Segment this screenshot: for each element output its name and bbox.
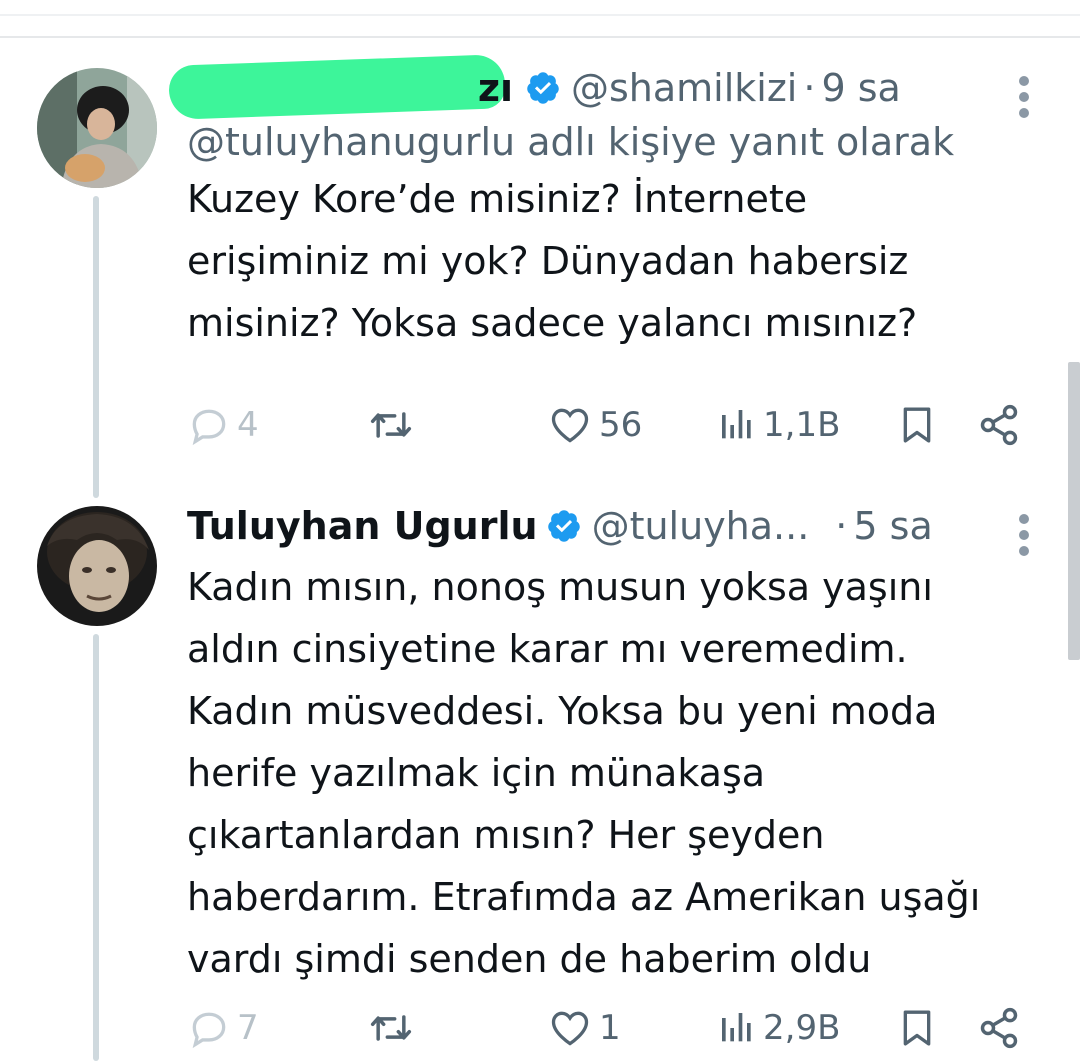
tweet-text-line: herife yazılmak için münakaşa [187,751,766,795]
share-button[interactable] [977,400,1021,450]
reply-count: 4 [237,405,259,445]
more-options-icon[interactable] [1016,508,1032,562]
reply-button[interactable]: 4 [187,400,259,450]
bookmark-icon [903,1010,931,1046]
tweet-text-line: Kuzey Kore’de misiniz? İnternete [187,177,808,221]
bookmark-icon [903,407,931,443]
tweet-text-line: Kadın mısın, nonoş musun yoksa yaşını [187,565,933,609]
retweet-icon [370,412,412,438]
reply-button[interactable]: 7 [187,1003,259,1053]
like-count: 56 [599,405,643,445]
tweet-header: Tuluyhan Ugurlu @tuluyha... · 5 sa [187,504,1040,548]
separator-dot: · [803,66,816,110]
top-divider [0,14,1080,16]
separator-dot: · [835,504,848,548]
avatar[interactable] [37,506,157,626]
view-count: 1,1B [763,405,841,445]
tweet-text-line: vardı şimdi senden de haberim oldu [187,937,872,981]
thread-connector [93,634,99,1061]
scrollbar-thumb[interactable] [1068,362,1080,660]
author-handle[interactable]: @tuluyha... [592,504,810,548]
author-name: zı [477,66,513,110]
view-count: 2,9B [763,1008,841,1048]
timestamp[interactable]: 5 sa [853,504,932,548]
views-button[interactable]: 2,9B [717,1003,840,1053]
tweet-header: zı @shamilkizi · 9 sa [168,54,1040,120]
views-icon [722,1013,751,1042]
tweet-text-line: haberdarım. Etrafımda az Amerikan uşağı [187,875,981,919]
retweet-button[interactable] [367,400,415,450]
timestamp[interactable]: 9 sa [821,66,900,110]
author-name[interactable]: Tuluyhan Ugurlu [187,504,538,548]
share-icon [980,1007,1018,1049]
tweet-text-line: erişiminiz mi yok? Dünyadan habersiz [187,239,909,283]
tweet-text-line: aldın cinsiyetine karar mı veremedim. [187,627,908,671]
tweet-text-line: misiniz? Yoksa sadece yalancı mısınız? [187,301,918,345]
bookmark-button[interactable] [897,1003,937,1053]
tweet-text-line: çıkartanlardan mısın? Her şeyden [187,813,825,857]
bookmark-button[interactable] [897,400,937,450]
more-options-icon[interactable] [1016,70,1032,124]
reply-count: 7 [237,1008,259,1048]
retweet-button[interactable] [367,1003,415,1053]
reply-icon [192,409,226,446]
author-handle[interactable]: @shamilkizi [571,66,797,110]
reply-icon [192,1012,226,1049]
like-button[interactable]: 1 [547,1003,621,1053]
like-count: 1 [599,1008,621,1048]
views-button[interactable]: 1,1B [717,400,840,450]
tweet-text-line: Kadın müsveddesi. Yoksa bu yeni moda [187,689,938,733]
action-bar: 4 56 1,1B [187,400,1027,450]
verified-badge-icon [547,510,580,542]
verified-badge-icon [527,72,559,104]
timeline-border [0,36,1080,38]
action-bar: 7 1 2,9B [187,1003,1027,1053]
tweet-text: Kuzey Kore’de misiniz? İnternete erişimi… [187,168,1040,354]
heart-icon [551,408,589,443]
views-icon [722,410,751,439]
author-name-redacted[interactable]: zı [168,54,517,120]
redaction-mark [168,54,506,120]
retweet-icon [370,1015,412,1041]
tweet-text: Kadın mısın, nonoş musun yoksa yaşını al… [187,556,1040,990]
share-icon [980,404,1018,446]
reply-context[interactable]: @tuluyhanugurlu adlı kişiye yanıt olarak [187,120,1040,164]
thread-connector [93,196,99,498]
avatar[interactable] [37,68,157,188]
heart-icon [551,1011,589,1046]
like-button[interactable]: 56 [547,400,642,450]
share-button[interactable] [977,1003,1021,1053]
